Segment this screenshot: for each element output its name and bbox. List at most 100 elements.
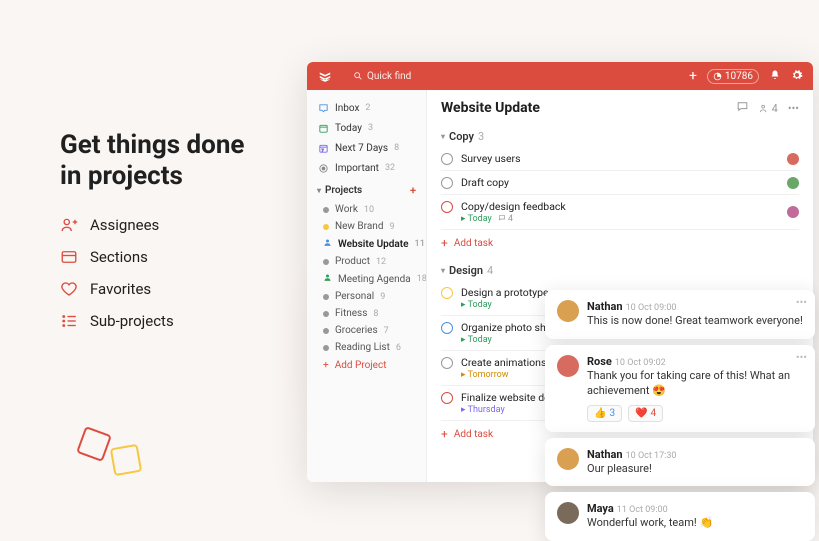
today-icon <box>317 122 329 134</box>
reaction-emoji: ❤️ <box>635 408 647 419</box>
projects-header-label: Projects <box>325 185 362 196</box>
project-color-dot <box>323 345 329 351</box>
svg-text:7: 7 <box>321 148 323 152</box>
comment-avatar[interactable] <box>557 448 579 470</box>
reactions: 👍3 ❤️ 4 <box>587 405 803 422</box>
feature-label: Assignees <box>90 216 159 234</box>
feature-favorites: Favorites <box>60 280 280 298</box>
sidebar-project[interactable]: New Brand 9 <box>307 218 426 235</box>
comment-card: •••Nathan10 Oct 09:00This is now done! G… <box>545 290 815 339</box>
person-icon <box>323 273 332 285</box>
project-count: 12 <box>376 257 386 267</box>
section-count: 4 <box>487 264 493 277</box>
add-project-button[interactable]: +Add Project <box>307 356 426 375</box>
chevron-down-icon: ▾ <box>441 266 445 275</box>
task-row[interactable]: Draft copy <box>441 171 799 195</box>
comments-icon[interactable] <box>736 100 749 116</box>
section-header[interactable]: ▾Design 4 <box>441 260 799 281</box>
reaction-chip[interactable]: 👍3 <box>587 405 622 422</box>
sidebar-project[interactable]: Website Update 11 <box>307 235 426 253</box>
feature-label: Sections <box>90 248 148 266</box>
project-count: 7 <box>384 326 389 336</box>
comment-avatar[interactable] <box>557 502 579 524</box>
settings-icon[interactable] <box>791 69 803 84</box>
sidebar-filter-label: Important <box>335 163 379 174</box>
sidebar-filter-today[interactable]: Today 3 <box>307 118 426 138</box>
comment-time: 10 Oct 17:30 <box>626 451 677 461</box>
task-checkbox[interactable] <box>441 322 453 334</box>
assignee-avatar[interactable] <box>787 206 799 218</box>
sidebar-project[interactable]: Reading List 6 <box>307 339 426 356</box>
comment-author: Maya <box>587 502 614 515</box>
plus-icon: + <box>323 360 329 371</box>
project-label: Product <box>335 256 370 267</box>
add-task-button[interactable]: + Add task <box>441 230 799 260</box>
feature-label: Sub-projects <box>90 312 174 330</box>
karma-icon <box>713 72 722 81</box>
project-color-dot <box>323 224 329 230</box>
task-label: Survey users <box>461 152 779 165</box>
task-checkbox[interactable] <box>441 153 453 165</box>
search-icon <box>353 71 363 81</box>
karma-value: 10786 <box>725 71 753 82</box>
list-icon <box>60 312 78 330</box>
comment-text: Our pleasure! <box>587 462 803 477</box>
inbox-icon <box>317 102 329 114</box>
section-header[interactable]: ▾Copy 3 <box>441 126 799 147</box>
heart-icon <box>60 280 78 298</box>
task-checkbox[interactable] <box>441 357 453 369</box>
project-count: 9 <box>389 222 394 232</box>
reaction-count: 4 <box>651 408 657 419</box>
task-checkbox[interactable] <box>441 201 453 213</box>
sidebar-project[interactable]: Work 10 <box>307 201 426 218</box>
assignee-avatar[interactable] <box>787 177 799 189</box>
karma-badge[interactable]: 10786 <box>707 69 759 84</box>
task-row[interactable]: Survey users <box>441 147 799 171</box>
sidebar-filter-label: Inbox <box>335 103 359 114</box>
comment-avatar[interactable] <box>557 355 579 377</box>
task-date: ▸ Thursday <box>461 405 505 415</box>
sidebar-filter-important[interactable]: Important 32 <box>307 158 426 178</box>
sidebar-projects-header[interactable]: ▾Projects+ <box>307 178 426 201</box>
plus-icon: + <box>441 236 448 250</box>
comment-card: Nathan10 Oct 17:30Our pleasure! <box>545 438 815 487</box>
task-checkbox[interactable] <box>441 287 453 299</box>
comment-author: Rose <box>587 355 612 368</box>
sidebar-filter-next7[interactable]: 7 Next 7 Days 8 <box>307 138 426 158</box>
add-task-icon[interactable]: + <box>689 68 697 84</box>
more-icon[interactable]: ••• <box>796 296 807 309</box>
add-task-label: Add task <box>454 238 493 249</box>
sidebar-project[interactable]: Groceries 7 <box>307 322 426 339</box>
more-icon[interactable]: ••• <box>788 102 799 115</box>
task-checkbox[interactable] <box>441 177 453 189</box>
section-name: Copy <box>449 130 474 143</box>
more-icon[interactable]: ••• <box>796 351 807 364</box>
task-date: ▸ Tomorrow <box>461 370 509 380</box>
sidebar-project[interactable]: Fitness 8 <box>307 305 426 322</box>
main-header: Website Update 4 ••• <box>441 100 799 116</box>
sidebar-filter-count: 8 <box>394 143 399 153</box>
comment-author: Nathan <box>587 300 623 313</box>
task-checkbox[interactable] <box>441 392 453 404</box>
top-bar: Quick find + 10786 <box>307 62 813 90</box>
sidebar-project[interactable]: Personal 9 <box>307 288 426 305</box>
search-input[interactable]: Quick find <box>353 71 411 82</box>
chevron-down-icon: ▾ <box>441 132 445 141</box>
notifications-icon[interactable] <box>769 69 781 84</box>
reaction-chip[interactable]: ❤️ 4 <box>628 405 663 422</box>
project-count: 18 <box>417 274 427 284</box>
hero-title-line2: in projects <box>60 161 183 191</box>
app-logo-icon[interactable] <box>317 68 333 84</box>
task-row[interactable]: Copy/design feedback▸ Today 4 <box>441 195 799 230</box>
sidebar-filter-inbox[interactable]: Inbox 2 <box>307 98 426 118</box>
sidebar-filter-label: Next 7 Days <box>335 143 388 154</box>
comment-time: 10 Oct 09:00 <box>626 303 677 313</box>
sidebar-project[interactable]: Meeting Agenda 18 <box>307 270 426 288</box>
sidebar-project[interactable]: Product 12 <box>307 253 426 270</box>
share-icon[interactable]: 4 <box>759 102 778 115</box>
task-date: ▸ Today <box>461 214 492 224</box>
add-project-icon[interactable]: + <box>410 184 416 197</box>
share-count: 4 <box>772 102 778 115</box>
assignee-avatar[interactable] <box>787 153 799 165</box>
comment-avatar[interactable] <box>557 300 579 322</box>
